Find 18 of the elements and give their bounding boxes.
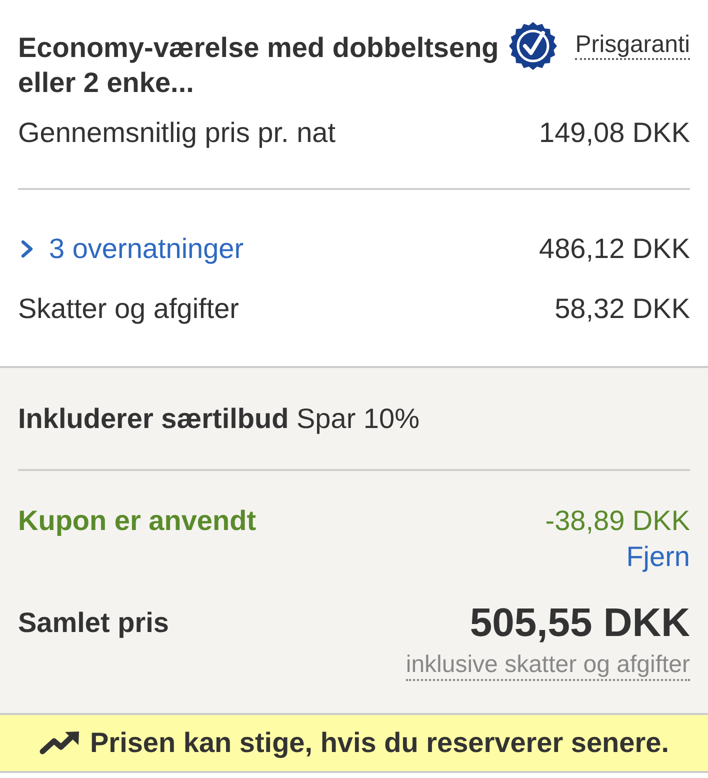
line-item-label: Skatter og afgifter bbox=[18, 292, 240, 326]
price-guarantee-link[interactable]: Prisgaranti bbox=[575, 33, 690, 60]
line-item-value: 486,12 DKK bbox=[539, 232, 690, 266]
taxes-included-note[interactable]: inklusive skatter og afgifter bbox=[406, 650, 690, 681]
average-price-value: 149,08 DKK bbox=[539, 116, 690, 150]
offer-text: Inkluderer særtilbud Spar 10% bbox=[18, 402, 420, 436]
total-price: 505,55 DKK bbox=[470, 601, 690, 645]
coupon-discount: -38,89 DKK bbox=[545, 504, 690, 538]
room-title: Economy-værelse med dobbeltseng eller 2 enke... bbox=[18, 31, 500, 100]
coupon-label: Kupon er anvendt bbox=[18, 504, 256, 538]
seal-check-icon bbox=[509, 22, 558, 70]
alert-text: Prisen kan stige, hvis du reserverer senere. bbox=[90, 726, 669, 760]
total-label: Samlet pris bbox=[18, 606, 169, 640]
trend-up-icon bbox=[39, 731, 80, 755]
average-price-label: Gennemsnitlig pris pr. nat bbox=[18, 116, 336, 150]
remove-coupon-link[interactable]: Fjern bbox=[626, 539, 690, 575]
expand-toggle[interactable]: 3 overnatninger bbox=[18, 231, 244, 266]
line-item-value: 58,32 DKK bbox=[554, 292, 690, 326]
